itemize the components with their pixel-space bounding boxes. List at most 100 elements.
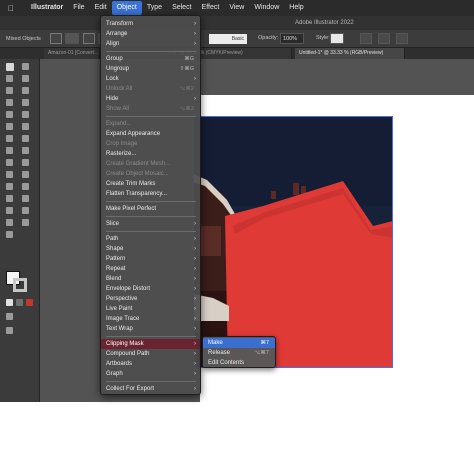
type-tool-icon[interactable]: [6, 99, 13, 106]
menu-item-group[interactable]: Group ⌘G: [101, 54, 200, 64]
menu-item-clipping-mask[interactable]: Clipping Mask ›: [101, 339, 200, 349]
menu-item-slice[interactable]: Slice ›: [101, 219, 200, 229]
submenu-item-release[interactable]: Release ⌥⌘7: [203, 348, 275, 358]
tab-untitled-1[interactable]: Untitled-1* @ 33.33 % (RGB/Preview): [295, 48, 405, 59]
menu-item-label: Flatten Transparency...: [106, 191, 167, 197]
menu-item-repeat[interactable]: Repeat ›: [101, 264, 200, 274]
free-transform-tool-icon[interactable]: [22, 147, 29, 154]
shape-builder-tool-icon[interactable]: [6, 159, 13, 166]
line-tool-icon[interactable]: [22, 99, 29, 106]
column-graph-tool-icon[interactable]: [22, 195, 29, 202]
menu-item-collect-for-export[interactable]: Collect For Export ›: [101, 384, 200, 394]
rectangle-tool-icon[interactable]: [6, 111, 13, 118]
menu-type[interactable]: Type: [142, 1, 167, 15]
chevron-right-icon: ›: [194, 96, 196, 102]
recolor-button[interactable]: [360, 33, 372, 44]
menu-item-ungroup[interactable]: Ungroup ⇧⌘G: [101, 64, 200, 74]
chevron-right-icon: ›: [194, 41, 196, 47]
menu-file[interactable]: File: [68, 1, 89, 15]
pencil-tool-icon[interactable]: [6, 123, 13, 130]
edit-toolbar-icon[interactable]: [6, 231, 13, 238]
opacity-input[interactable]: 100%: [280, 33, 304, 44]
menu-edit[interactable]: Edit: [90, 1, 112, 15]
fill-swatch[interactable]: [50, 33, 62, 44]
menu-item-flatten-transparency[interactable]: Flatten Transparency...: [101, 189, 200, 199]
symbol-sprayer-tool-icon[interactable]: [6, 195, 13, 202]
chevron-right-icon: ›: [194, 371, 196, 377]
menu-help[interactable]: Help: [284, 1, 308, 15]
menu-item-expand-appearance[interactable]: Expand Appearance: [101, 129, 200, 139]
submenu-item-edit-contents[interactable]: Edit Contents: [203, 358, 275, 368]
lasso-tool-icon[interactable]: [22, 75, 29, 82]
document-tabs: Amazon-01 [Convert... ...sral* @ 33.33 %…: [0, 48, 474, 59]
align-button[interactable]: [378, 33, 390, 44]
menu-app-name[interactable]: Illustrator: [26, 1, 68, 15]
menu-item-graph[interactable]: Graph ›: [101, 369, 200, 379]
magic-wand-tool-icon[interactable]: [6, 75, 13, 82]
artwork-image[interactable]: [193, 116, 393, 368]
menu-item-label: Expand...: [106, 121, 132, 127]
menu-view[interactable]: View: [224, 1, 249, 15]
slice-tool-icon[interactable]: [22, 207, 29, 214]
curvature-tool-icon[interactable]: [22, 87, 29, 94]
menu-item-text-wrap[interactable]: Text Wrap ›: [101, 324, 200, 334]
style-swatch[interactable]: [330, 33, 344, 44]
menu-item-label: Arrange: [106, 31, 128, 37]
menu-item-create-object-mosaic: Create Object Mosaic...: [101, 169, 200, 179]
rotate-tool-icon[interactable]: [6, 135, 13, 142]
menu-item-blend[interactable]: Blend ›: [101, 274, 200, 284]
direct-selection-tool-icon[interactable]: [22, 63, 29, 70]
menu-item-envelope-distort[interactable]: Envelope Distort ›: [101, 284, 200, 294]
draw-mode-icon[interactable]: [6, 313, 13, 320]
stroke-color-swatch[interactable]: [13, 278, 27, 292]
menu-item-make-pixel-perfect[interactable]: Make Pixel Perfect: [101, 204, 200, 214]
menu-item-image-trace[interactable]: Image Trace ›: [101, 314, 200, 324]
menu-item-shape[interactable]: Shape ›: [101, 244, 200, 254]
menu-item-pattern[interactable]: Pattern ›: [101, 254, 200, 264]
menu-select[interactable]: Select: [167, 1, 196, 15]
transform-button[interactable]: [396, 33, 408, 44]
fill-dropdown[interactable]: [65, 33, 79, 44]
paintbrush-tool-icon[interactable]: [22, 111, 29, 118]
scale-tool-icon[interactable]: [22, 135, 29, 142]
menu-item-artboards[interactable]: Artboards ›: [101, 359, 200, 369]
menu-object[interactable]: Object: [111, 1, 142, 15]
menu-item-path[interactable]: Path ›: [101, 234, 200, 244]
chevron-right-icon: ›: [194, 256, 196, 262]
menu-item-label: Path: [106, 236, 119, 242]
tab-amazon[interactable]: Amazon-01 [Convert...: [44, 48, 100, 59]
submenu-item-make[interactable]: Make ⌘7: [203, 338, 275, 348]
menu-item-live-paint[interactable]: Live Paint ›: [101, 304, 200, 314]
menu-window[interactable]: Window: [249, 1, 284, 15]
menu-item-hide[interactable]: Hide ›: [101, 94, 200, 104]
stroke-style-preview[interactable]: Basic: [209, 34, 247, 44]
menu-item-compound-path[interactable]: Compound Path ›: [101, 349, 200, 359]
menu-item-perspective[interactable]: Perspective ›: [101, 294, 200, 304]
menu-item-lock[interactable]: Lock ›: [101, 74, 200, 84]
menu-item-arrange[interactable]: Arrange ›: [101, 29, 200, 39]
selection-tool-icon[interactable]: [6, 63, 14, 71]
menu-item-transform[interactable]: Transform ›: [101, 19, 200, 29]
mesh-tool-icon[interactable]: [6, 171, 13, 178]
menu-item-create-trim-marks[interactable]: Create Trim Marks: [101, 179, 200, 189]
menu-item-align[interactable]: Align ›: [101, 39, 200, 49]
perspective-grid-tool-icon[interactable]: [22, 159, 29, 166]
pen-tool-icon[interactable]: [6, 87, 13, 94]
width-tool-icon[interactable]: [6, 147, 13, 154]
menu-item-rasterize[interactable]: Rasterize...: [101, 149, 200, 159]
eyedropper-tool-icon[interactable]: [6, 183, 13, 190]
zoom-tool-icon[interactable]: [22, 219, 29, 226]
menu-effect[interactable]: Effect: [197, 1, 225, 15]
none-mode-icon[interactable]: [26, 299, 33, 306]
color-mode-icon[interactable]: [6, 299, 13, 306]
hand-tool-icon[interactable]: [6, 219, 13, 226]
stroke-swatch[interactable]: [83, 33, 95, 44]
screen-mode-icon[interactable]: [6, 327, 13, 334]
apple-icon[interactable]: : [6, 4, 16, 13]
gradient-mode-icon[interactable]: [16, 299, 23, 306]
eraser-tool-icon[interactable]: [22, 123, 29, 130]
blend-tool-icon[interactable]: [22, 183, 29, 190]
gradient-tool-icon[interactable]: [22, 171, 29, 178]
artboard-tool-icon[interactable]: [6, 207, 13, 214]
menu-item-label: Group: [106, 56, 123, 62]
